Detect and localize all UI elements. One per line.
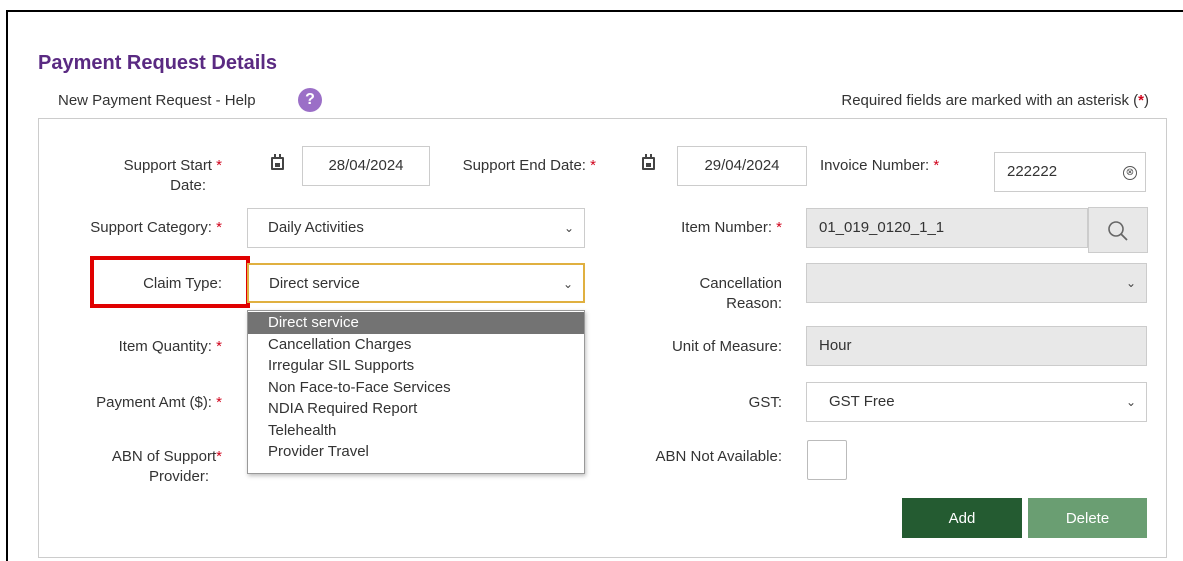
chevron-down-icon: ⌄ [1125,395,1136,409]
gst-value: GST Free [829,393,895,410]
item-quantity-label-text: Item Quantity: [118,338,212,355]
claim-type-option[interactable]: Cancellation Charges [248,334,584,356]
support-start-date-label-line2: Date: [170,177,206,194]
item-number-label-text: Item Number: [681,219,772,236]
required-star: * [216,448,222,465]
search-button[interactable] [1088,207,1148,253]
chevron-down-icon: ⌄ [563,221,574,235]
help-icon[interactable]: ? [298,88,322,112]
support-start-date-label-text: Support Start [123,157,212,174]
claim-type-option[interactable]: NDIA Required Report [248,398,584,420]
claim-type-option[interactable]: Irregular SIL Supports [248,355,584,377]
invoice-number-value: 222222 [1007,163,1058,180]
claim-type-value: Direct service [269,275,360,292]
invoice-number-label: Invoice Number: * [820,156,980,176]
required-star: * [776,219,782,236]
claim-type-dropdown-list: Direct service Cancellation Charges Irre… [247,310,585,474]
invoice-number-input[interactable]: 222222 ⊗ [994,152,1146,192]
item-number-label: Item Number: * [630,218,782,238]
support-end-date-input[interactable]: 29/04/2024 [677,146,807,186]
abn-not-available-label: ABN Not Available: [655,448,782,465]
abn-support-provider-label: ABN of Support* Provider: [52,447,222,487]
cancellation-reason-select[interactable]: ⌄ [806,263,1147,303]
gst-select[interactable]: GST Free ⌄ [806,382,1147,422]
gst-label: GST: [748,394,782,411]
support-category-label: Support Category: * [52,218,222,238]
calendar-icon[interactable] [271,154,285,170]
claim-type-label: Claim Type: [143,275,222,292]
claim-type-select[interactable]: Direct service ⌄ [247,263,585,303]
required-note-text: Required fields are marked with an aster… [841,92,1139,109]
unit-of-measure-label: Unit of Measure: [671,338,782,355]
chevron-down-icon: ⌄ [562,277,573,291]
support-category-label-text: Support Category: [90,219,212,236]
support-category-value: Daily Activities [268,219,364,236]
required-star: * [216,157,222,174]
search-icon [1108,221,1128,241]
page-title: Payment Request Details [38,52,277,74]
clear-icon[interactable]: ⊗ [1123,166,1137,180]
claim-type-option[interactable]: Telehealth [248,420,584,442]
support-category-select[interactable]: Daily Activities ⌄ [247,208,585,248]
support-end-date-label: Support End Date: * [434,156,596,176]
claim-type-option[interactable]: Direct service [248,312,584,334]
payment-amount-label-text: Payment Amt ($): [96,394,212,411]
claim-type-option[interactable]: Non Face-to-Face Services [248,377,584,399]
abn-support-provider-label-text: ABN of Support [111,448,217,465]
chevron-down-icon: ⌄ [1125,276,1136,290]
required-star: * [216,338,222,355]
cancellation-reason-label-line1: Cancellation [699,275,782,292]
claim-type-option[interactable]: Provider Travel [248,441,584,463]
cancellation-reason-label: Cancellation Reason: [630,274,782,314]
required-star: * [590,157,596,174]
calendar-icon[interactable] [642,154,656,170]
support-end-date-label-text: Support End Date: [462,157,586,174]
item-quantity-label: Item Quantity: * [52,337,222,357]
support-start-date-label: Support Start * Date: [60,156,222,196]
required-fields-note: Required fields are marked with an aster… [841,92,1149,109]
delete-button[interactable]: Delete [1028,498,1147,538]
abn-not-available-checkbox[interactable] [807,440,847,480]
payment-amount-label: Payment Amt ($): * [52,393,222,413]
cancellation-reason-label-line2: Reason: [726,295,782,312]
item-number-input[interactable]: 01_019_0120_1_1 [806,208,1088,248]
required-star: * [216,219,222,236]
add-button[interactable]: Add [902,498,1022,538]
unit-of-measure-input[interactable]: Hour [806,326,1147,366]
required-star: * [216,394,222,411]
invoice-number-label-text: Invoice Number: [820,157,930,174]
support-start-date-input[interactable]: 28/04/2024 [302,146,430,186]
abn-support-provider-label-line2: Provider: [148,468,209,485]
required-note-close: ) [1144,92,1149,109]
help-link[interactable]: New Payment Request - Help [58,92,256,109]
required-star: * [933,157,940,174]
